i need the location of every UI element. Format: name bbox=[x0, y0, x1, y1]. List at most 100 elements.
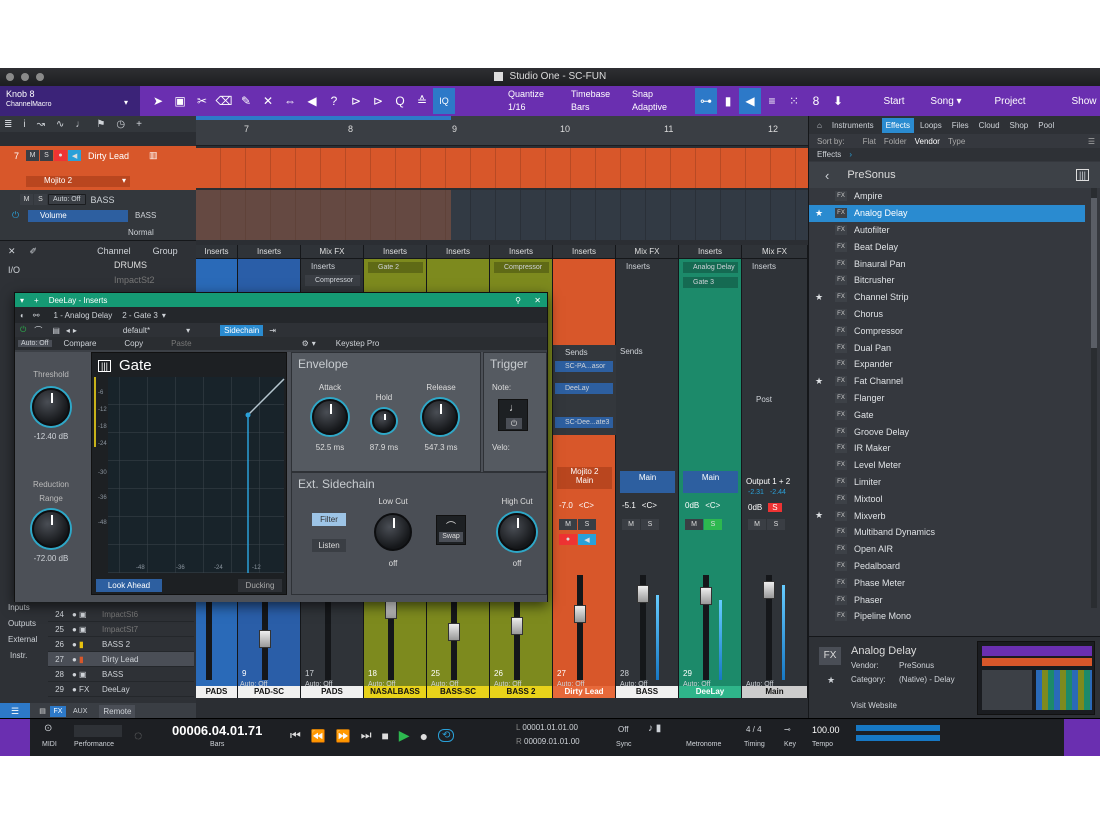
routing-icon[interactable]: ⚯ bbox=[33, 311, 40, 320]
console-list-icon[interactable]: ☰ bbox=[0, 703, 30, 719]
gear-icon[interactable]: ⚙ bbox=[302, 339, 309, 348]
list-item[interactable]: FX Groove Delay bbox=[809, 423, 1100, 440]
list-item[interactable]: 24 ● ▣ ImpactSt6 bbox=[48, 607, 194, 622]
nav-show[interactable]: Show bbox=[1044, 96, 1100, 107]
swap-button[interactable]: ⌒ Swap bbox=[436, 515, 466, 545]
info-icon[interactable]: i bbox=[23, 119, 25, 130]
side-instruments[interactable]: Instr. bbox=[10, 651, 27, 660]
quantize-control[interactable]: Quantize 1/16 bbox=[508, 89, 544, 112]
output-select[interactable]: Mojito 2 Main bbox=[557, 467, 612, 489]
list-item[interactable]: FX Compressor bbox=[809, 322, 1100, 339]
volume-value[interactable]: -7.0 bbox=[559, 501, 573, 510]
list-icon[interactable]: ≣ bbox=[4, 119, 12, 130]
trigger-note-button[interactable]: ♩ ⏻ bbox=[498, 399, 528, 431]
tab-effects[interactable]: Effects bbox=[881, 117, 914, 133]
stop-icon[interactable]: ■ bbox=[382, 729, 389, 743]
volume-fader[interactable] bbox=[574, 575, 586, 680]
mixfx-header[interactable]: Mix FX bbox=[301, 245, 363, 259]
iq-button[interactable]: IQ bbox=[433, 88, 455, 114]
list-item[interactable]: ★ FX Analog Delay bbox=[809, 204, 1085, 222]
inserts-header[interactable]: Inserts bbox=[553, 245, 615, 259]
list-item[interactable]: FX Limiter bbox=[809, 474, 1100, 491]
inserts-icon[interactable]: ▤ bbox=[36, 705, 49, 717]
clock-icon[interactable]: ◌ bbox=[134, 727, 142, 743]
low-cut-knob[interactable] bbox=[374, 513, 412, 551]
star-icon[interactable]: ★ bbox=[815, 376, 823, 387]
post-label[interactable]: Post bbox=[756, 395, 772, 404]
list-item[interactable]: FX Pipeline Mono bbox=[809, 608, 1100, 625]
midi-event[interactable] bbox=[196, 148, 808, 188]
sync-value[interactable]: Off bbox=[618, 725, 629, 734]
channel-name[interactable]: PADS bbox=[196, 686, 237, 698]
mute-tool-icon[interactable]: ✕ bbox=[257, 88, 279, 114]
close-icon[interactable]: ✕ bbox=[8, 246, 16, 257]
chevron-down-icon[interactable]: ▾ bbox=[162, 311, 166, 320]
channel-name[interactable]: BASS-SC bbox=[427, 686, 489, 698]
pan-value[interactable]: <C> bbox=[642, 501, 657, 510]
curve-icon[interactable]: ∿ bbox=[56, 119, 64, 130]
loop-left[interactable]: L 00001.01.01.00 bbox=[516, 723, 578, 732]
tab-instruments[interactable]: Instruments bbox=[832, 121, 874, 130]
snap-control[interactable]: Snap Adaptive bbox=[632, 89, 667, 112]
play-icon[interactable]: ▶ bbox=[399, 727, 410, 744]
side-outputs[interactable]: Outputs bbox=[8, 619, 36, 628]
channel-strip-main[interactable]: Mix FX Inserts Post Output 1 + 2 -2.31 -2… bbox=[742, 245, 808, 698]
monitor-button[interactable]: ◀ bbox=[578, 534, 596, 545]
star-icon[interactable]: ★ bbox=[815, 208, 823, 219]
zoom-window-button[interactable] bbox=[36, 73, 44, 81]
chevron-down-icon[interactable]: ▾ bbox=[312, 339, 316, 348]
nav-start[interactable]: Start bbox=[872, 96, 916, 107]
output-select[interactable]: Main bbox=[683, 471, 738, 493]
auto-mode-button[interactable]: Auto: Off bbox=[48, 194, 86, 205]
arrow-tool-icon[interactable]: ➤ bbox=[147, 88, 169, 114]
nav-song[interactable]: Song ▾ bbox=[916, 96, 976, 107]
hold-knob[interactable] bbox=[372, 409, 396, 433]
chevron-down-icon[interactable]: ▾ bbox=[186, 326, 190, 335]
list-item[interactable]: FX Gate bbox=[809, 406, 1100, 423]
sends-header[interactable]: Sends bbox=[620, 347, 643, 356]
metronome-tool-icon[interactable]: ≙ bbox=[411, 88, 433, 114]
chevron-down-icon[interactable]: ▾ bbox=[124, 98, 128, 107]
slot-gate[interactable]: 2 - Gate 3 bbox=[122, 311, 158, 320]
position-display[interactable]: 00006.04.01.71 bbox=[172, 723, 262, 738]
channel-name[interactable]: PADS bbox=[301, 686, 363, 698]
minimize-window-button[interactable] bbox=[21, 73, 29, 81]
send-slot[interactable]: SC-Dee...ate3 bbox=[555, 417, 613, 428]
list-item[interactable]: 28 ● ▣ BASS bbox=[48, 667, 194, 682]
solo-button[interactable]: S bbox=[704, 519, 722, 530]
power-icon[interactable]: ◐ bbox=[20, 311, 25, 320]
list-item[interactable]: FX Level Meter bbox=[809, 457, 1100, 474]
pin-icon[interactable]: ⚲ bbox=[515, 296, 521, 305]
list-item[interactable]: FX Expander bbox=[809, 356, 1100, 373]
solo-button[interactable]: S bbox=[767, 519, 785, 530]
fader-cap[interactable] bbox=[700, 587, 712, 605]
power-icon[interactable]: ⏻ bbox=[12, 210, 19, 221]
record-arm-button[interactable]: ● bbox=[559, 534, 577, 545]
channel-row-label[interactable]: DRUMS bbox=[114, 260, 147, 270]
channel-name[interactable]: BASS 2 bbox=[490, 686, 552, 698]
snap-icon[interactable]: ⊳ bbox=[345, 88, 367, 114]
list-item[interactable]: ★ FX Mixverb bbox=[809, 507, 1100, 524]
list-item[interactable]: FX Dual Pan bbox=[809, 339, 1100, 356]
prev-preset-icon[interactable]: ◂ bbox=[66, 326, 70, 335]
stereo-icon[interactable]: S bbox=[768, 503, 782, 512]
list-item[interactable]: FX Bitcrusher bbox=[809, 272, 1100, 289]
insert-slot[interactable]: Gate 2 bbox=[368, 262, 423, 273]
end-icon[interactable]: ⏭ bbox=[361, 728, 372, 743]
download-icon[interactable]: ⬇ bbox=[827, 88, 849, 114]
list-item[interactable]: FX Mixtool bbox=[809, 490, 1100, 507]
insert-slot[interactable]: Inserts bbox=[311, 262, 335, 271]
threshold-value[interactable]: -12.40 dB bbox=[25, 432, 77, 441]
automation-icon[interactable]: ↝ bbox=[37, 119, 45, 130]
hold-value[interactable]: 87.9 ms bbox=[362, 443, 406, 452]
crumb-effects[interactable]: Effects bbox=[817, 150, 841, 159]
split-view-icon[interactable]: ▮ bbox=[717, 88, 739, 114]
mute-button[interactable]: M bbox=[26, 150, 40, 161]
star-icon[interactable]: ★ bbox=[827, 675, 835, 686]
mute-button[interactable]: M bbox=[685, 519, 703, 530]
inserts-header[interactable]: Inserts bbox=[679, 245, 741, 259]
chevron-down-icon[interactable]: ▾ bbox=[20, 296, 24, 305]
list-item[interactable]: FX Chorus bbox=[809, 306, 1100, 323]
sort-flat[interactable]: Flat bbox=[863, 137, 876, 146]
slot-analog-delay[interactable]: 1 - Analog Delay bbox=[54, 311, 113, 320]
